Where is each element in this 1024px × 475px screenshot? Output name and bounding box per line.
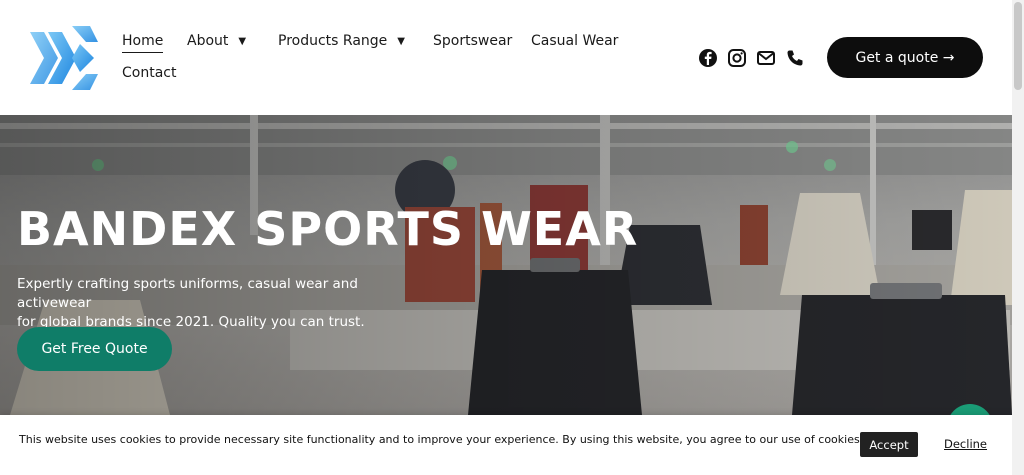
accept-cookies-button[interactable]: Accept (860, 432, 918, 457)
chevron-down-icon: ▼ (397, 36, 405, 47)
instagram-icon[interactable] (727, 48, 747, 68)
nav-about[interactable]: About ▼ (187, 33, 246, 49)
get-free-quote-label: Get Free Quote (41, 341, 148, 357)
nav-contact-label: Contact (122, 65, 177, 81)
get-free-quote-button[interactable]: Get Free Quote (17, 327, 172, 371)
hero-banner: BANDEX SPORTS WEAR Expertly crafting spo… (0, 115, 1012, 415)
mail-icon[interactable] (756, 48, 776, 68)
nav-sportswear-label: Sportswear (433, 33, 513, 49)
get-a-quote-button[interactable]: Get a quote → (827, 37, 983, 78)
nav-home[interactable]: Home (122, 33, 164, 53)
hero-title: BANDEX SPORTS WEAR (17, 202, 639, 256)
nav-products-range[interactable]: Products Range ▼ (278, 33, 405, 49)
nav-sportswear[interactable]: Sportswear (433, 33, 512, 49)
nav-casual-wear[interactable]: Casual Wear (531, 33, 618, 49)
get-a-quote-label: Get a quote → (855, 49, 955, 66)
cookie-message: This website uses cookies to provide nec… (19, 433, 864, 446)
nav-contact[interactable]: Contact (122, 65, 176, 81)
bandex-logo[interactable] (28, 24, 98, 92)
chevron-down-icon: ▼ (238, 36, 247, 47)
phone-icon[interactable] (785, 48, 805, 68)
nav-products-range-label: Products Range (278, 33, 388, 49)
nav-casual-wear-label: Casual Wear (531, 33, 619, 49)
scrollbar-thumb[interactable] (1014, 2, 1022, 90)
nav-home-label: Home (122, 33, 164, 49)
hero-subtitle: Expertly crafting sports uniforms, casua… (17, 275, 427, 332)
page-scrollbar[interactable] (1012, 0, 1024, 475)
hero-subtitle-line-1: Expertly crafting sports uniforms, casua… (17, 276, 358, 311)
facebook-icon[interactable] (698, 48, 718, 68)
nav-about-label: About (187, 33, 229, 49)
decline-cookies-link[interactable]: Decline (944, 437, 987, 451)
cookie-banner: This website uses cookies to provide nec… (0, 415, 1012, 475)
accept-label: Accept (869, 437, 909, 452)
site-header: Home About ▼ Products Range ▼ Sportswear C… (0, 0, 1012, 115)
